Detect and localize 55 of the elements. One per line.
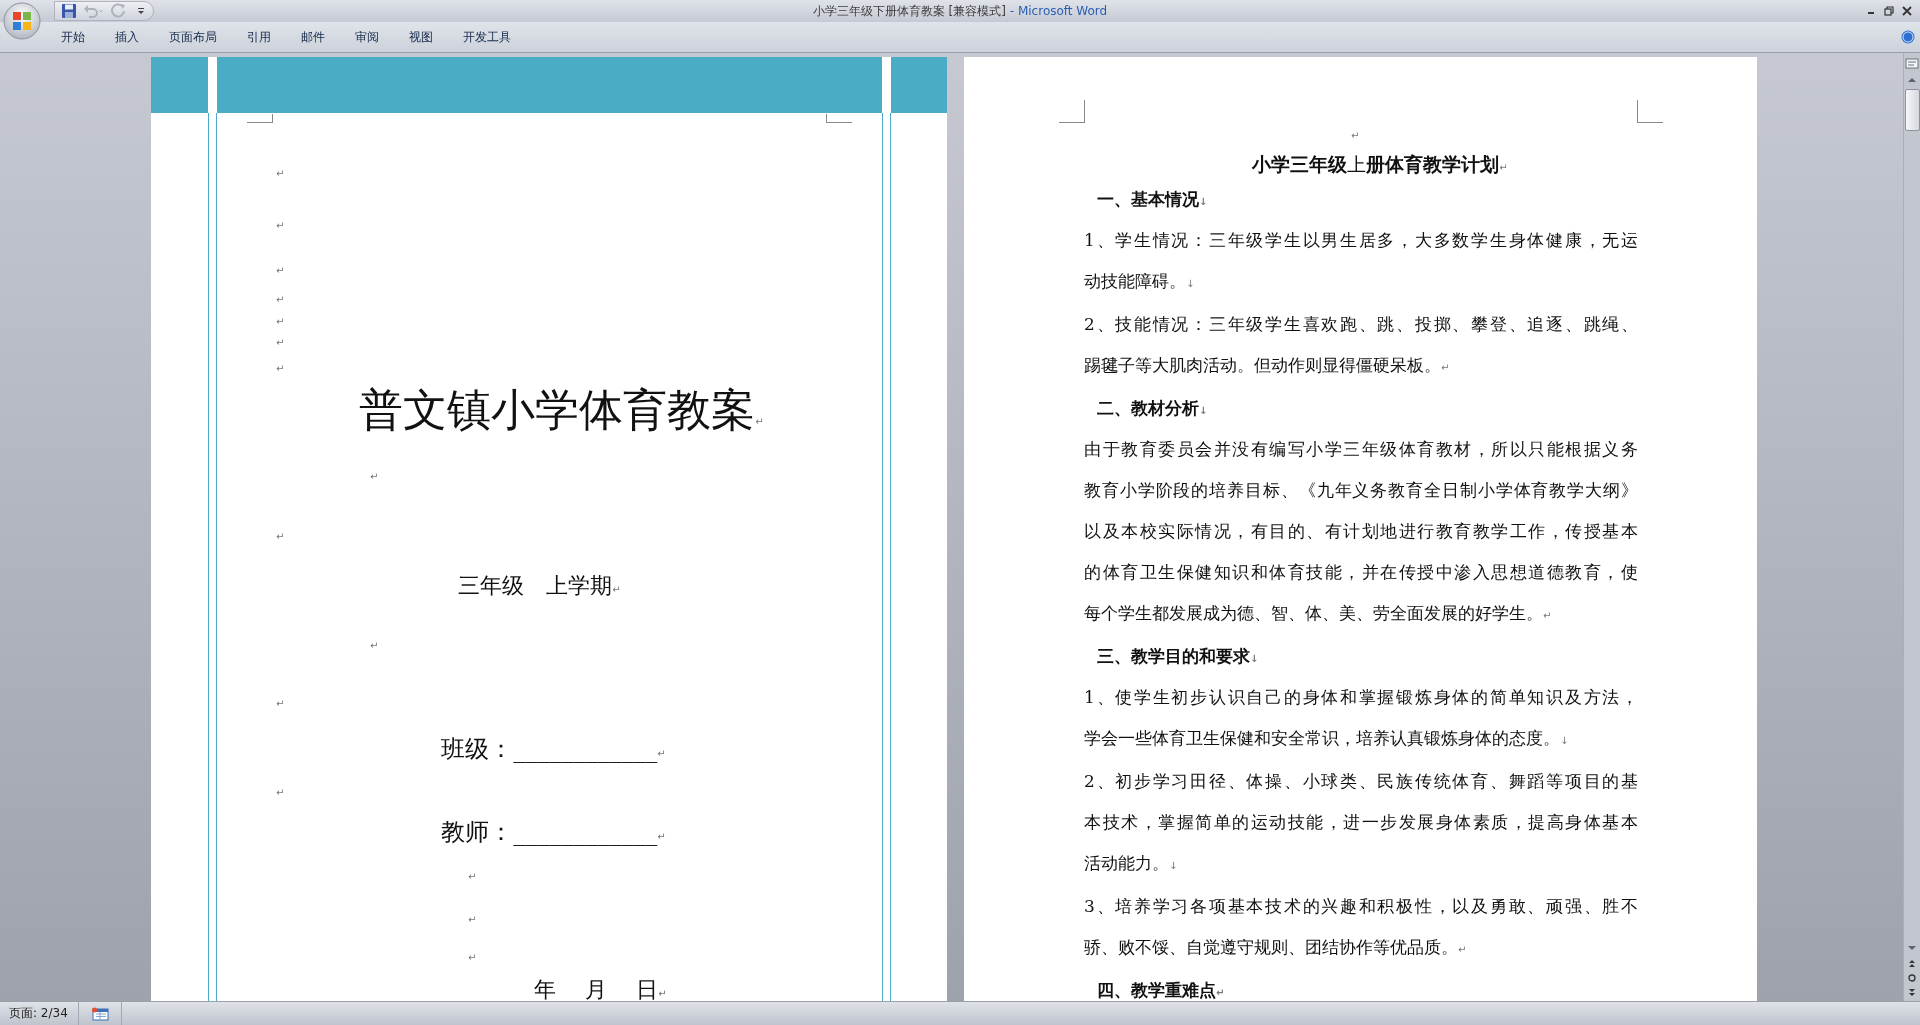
paragraph-mark: ↵ [468, 912, 477, 927]
paragraph: 由于教育委员会并没有编写小学三年级体育教材，所以只能根据义务 教育小学阶段的培养目标、《九年义务教育全日制小学体育教学大纲》 以及本校实际情况，有目的、有计划地进行教育教学工作，传授基本 的体育卫生保健知识和体育技能，并在传授中渗入思想道德教育，使 每个学生都发展成为德、智、体、美、劳全面发展的好学生。↵ [1084, 438, 1638, 625]
cover-field: 班级：____________↵ [441, 732, 666, 765]
cover-subtitle: 三年级 上学期↵ [458, 572, 621, 600]
paragraph-mark: ↵ [276, 336, 285, 350]
ribbon-tab[interactable]: 插入 [100, 22, 154, 52]
document-icon[interactable] [90, 1006, 109, 1021]
paragraph-mark: ↵ [276, 529, 285, 544]
crop-mark [1637, 100, 1663, 123]
section-heading: 三、教学目的和要求↓ [1096, 645, 1260, 668]
ribbon-tab[interactable]: 页面布局 [154, 22, 232, 52]
crop-mark [247, 114, 273, 123]
crop-mark [826, 114, 852, 123]
paragraph-mark: ↵ [468, 951, 477, 965]
ribbon-tab[interactable]: 开发工具 [448, 22, 526, 52]
cover-field: 教师：____________↵ [441, 816, 666, 849]
page-count[interactable]: 页面: 2/34 [0, 1002, 79, 1025]
ribbon-tab[interactable]: 视图 [394, 22, 448, 52]
browse-object-icon[interactable] [1905, 972, 1919, 984]
paragraph-mark: ↵ [276, 786, 285, 801]
paragraph: 3、培养学习各项基本技术的兴趣和积极性，以及勇敢、顽强、胜不 骄、败不馁、自觉遵守规则、团结协作等优品质。↵ [1084, 895, 1638, 959]
caret-icon[interactable] [137, 7, 145, 15]
help-icon[interactable] [1901, 30, 1915, 44]
ruler-icon[interactable] [1905, 57, 1919, 71]
paragraph-mark: ↵ [370, 639, 379, 654]
paragraph-mark: ↵ [276, 166, 285, 181]
ribbon-tab[interactable]: 开始 [46, 22, 100, 52]
cover-date: 年 月 日↵ [534, 976, 667, 1001]
close-icon[interactable] [1902, 6, 1912, 16]
ribbon-tab[interactable]: 引用 [232, 22, 286, 52]
save-icon[interactable] [61, 3, 77, 19]
ribbon-tab[interactable]: 审阅 [340, 22, 394, 52]
paragraph-mark: ↵ [276, 315, 285, 330]
paragraph-mark: ↵ [276, 219, 285, 234]
section-heading: 一、基本情况↓ [1096, 188, 1209, 211]
window-title: 小学三年级下册体育教案 [兼容模式] - Microsoft Word [812, 2, 1108, 20]
section-heading: 二、教材分析↓ [1096, 397, 1209, 420]
paragraph: 1、学生情况：三年级学生以男生居多，大多数学生身体健康，无运 动技能障碍。↓ [1084, 229, 1638, 293]
cover-title: 普文镇小学体育教案↵ [359, 383, 764, 438]
restore-icon[interactable] [1884, 6, 1894, 16]
paragraph-mark: ↵ [276, 293, 285, 307]
paragraph: 2、技能情况：三年级学生喜欢跑、跳、投掷、攀登、追逐、跳绳、 踢毽子等大肌肉活动。但动作则显得僵硬呆板。↵ [1084, 313, 1638, 377]
paragraph: 1、使学生初步认识自己的身体和掌握锻炼身体的简单知识及方法， 学会一些体育卫生保健和安全常识，培养认真锻炼身体的态度。↓ [1084, 686, 1638, 750]
paragraph-mark: ↵ [276, 362, 285, 376]
document-title: 小学三年级上册体育教学计划↵ [1252, 153, 1508, 175]
paragraph-mark: ↵ [468, 870, 477, 885]
paragraph-mark: ↵ [276, 263, 285, 278]
paragraph: 2、初步学习田径、体操、小球类、民族传统体育、舞蹈等项目的基 本技术，掌握简单的运动技能，进一步发展身体素质，提高身体基本 活动能力。↓ [1084, 770, 1638, 875]
ribbon-tab[interactable]: 邮件 [286, 22, 340, 52]
section-heading: 四、教学重难点↵ [1096, 979, 1226, 1001]
paragraph-mark: ↵ [370, 469, 379, 484]
scroll-thumb[interactable] [1904, 89, 1920, 131]
crop-mark [1059, 100, 1085, 123]
paragraph-mark: ↵ [276, 696, 285, 711]
paragraph-mark: ↵ [1351, 130, 1360, 141]
